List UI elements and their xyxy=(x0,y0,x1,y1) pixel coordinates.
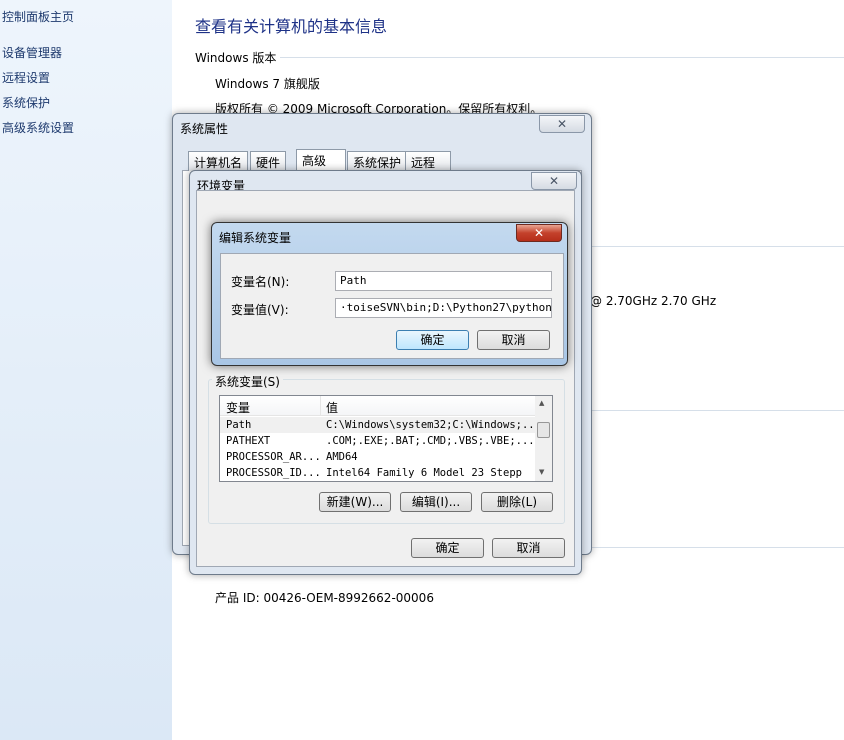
cancel-button[interactable]: 取消 xyxy=(492,538,565,558)
sidebar-item-remote[interactable]: 远程设置 xyxy=(2,69,50,86)
edition: Windows 7 旗舰版 xyxy=(215,77,320,91)
variable-value-cell: C:\Windows\system32;C:\Windows;... xyxy=(326,419,541,431)
delete-button[interactable]: 删除(L) xyxy=(481,492,553,512)
ok-button[interactable]: 确定 xyxy=(411,538,484,558)
windows-section: Windows 版本 xyxy=(195,51,277,65)
table-row[interactable]: PROCESSOR_AR... AMD64 xyxy=(220,449,536,465)
scroll-up-icon[interactable]: ▲ xyxy=(539,399,544,407)
ok-button[interactable]: 确定 xyxy=(396,330,469,350)
variable-name-cell: Path xyxy=(226,419,252,431)
dialog-title: 系统属性 xyxy=(180,122,229,136)
scrollbar-thumb[interactable] xyxy=(537,422,550,438)
column-header-value[interactable]: 值 xyxy=(326,399,338,416)
close-icon[interactable]: ✕ xyxy=(531,172,577,190)
close-icon[interactable]: ✕ xyxy=(516,224,562,242)
tab-system-protection[interactable]: 系统保护 xyxy=(347,151,408,171)
variable-name-cell: PROCESSOR_ID... xyxy=(226,467,321,479)
system-variables-list[interactable]: 变量 值 Path C:\Windows\system32;C:\Windows;… xyxy=(219,395,553,482)
table-row[interactable]: PROCESSOR_ID... Intel64 Family 6 Model 23… xyxy=(220,465,536,481)
cancel-button[interactable]: 取消 xyxy=(477,330,550,350)
value-label: 变量值(V): xyxy=(231,303,289,317)
name-label: 变量名(N): xyxy=(231,275,290,289)
sidebar-item-device-manager[interactable]: 设备管理器 xyxy=(2,44,62,61)
variable-value-cell: .COM;.EXE;.BAT;.CMD;.VBS;.VBE;.... xyxy=(326,435,541,447)
variable-value-cell: Intel64 Family 6 Model 23 Stepp xyxy=(326,467,522,479)
tab-advanced[interactable]: 高级 xyxy=(296,149,346,172)
variable-name-input[interactable]: Path xyxy=(335,271,552,291)
variable-name-cell: PATHEXT xyxy=(226,435,271,447)
tab-computer-name[interactable]: 计算机名 xyxy=(188,151,249,171)
scrollbar[interactable]: ▲ ▼ xyxy=(535,396,552,481)
page-title: 查看有关计算机的基本信息 xyxy=(195,17,388,36)
system-variables-label: 系统变量(S) xyxy=(212,373,283,390)
dialog-title: 编辑系统变量 xyxy=(219,231,292,245)
table-row[interactable]: PATHEXT .COM;.EXE;.BAT;.CMD;.VBS;.VBE;...… xyxy=(220,433,541,449)
close-icon[interactable]: ✕ xyxy=(539,115,585,133)
sidebar-item-protection[interactable]: 系统保护 xyxy=(2,94,50,111)
variable-value-input[interactable]: ·toiseSVN\bin;D:\Python27\python.exe xyxy=(335,298,552,318)
tab-remote[interactable]: 远程 xyxy=(405,151,451,171)
sidebar-item-advanced[interactable]: 高级系统设置 xyxy=(2,119,74,136)
edit-button[interactable]: 编辑(I)... xyxy=(400,492,472,512)
scroll-down-icon[interactable]: ▼ xyxy=(539,468,544,476)
sidebar-item-home[interactable]: 控制面板主页 xyxy=(2,8,74,25)
cpu-speed: @ 2.70GHz 2.70 GHz xyxy=(590,294,717,308)
edit-system-variable-dialog: 编辑系统变量 ✕ 变量名(N): Path 变量值(V): ·toiseSVN\… xyxy=(211,222,568,366)
tab-hardware[interactable]: 硬件 xyxy=(250,151,287,171)
product-id: 产品 ID: 00426-OEM-8992662-00006 xyxy=(215,591,434,605)
sidebar: 控制面板主页 设备管理器 远程设置 系统保护 高级系统设置 xyxy=(0,0,172,740)
new-button[interactable]: 新建(W)... xyxy=(319,492,391,512)
column-header-variable[interactable]: 变量 xyxy=(226,399,250,416)
variable-name-cell: PROCESSOR_AR... xyxy=(226,451,321,463)
variable-value-cell: AMD64 xyxy=(326,451,358,463)
table-row[interactable]: Path C:\Windows\system32;C:\Windows;... xyxy=(220,417,541,433)
